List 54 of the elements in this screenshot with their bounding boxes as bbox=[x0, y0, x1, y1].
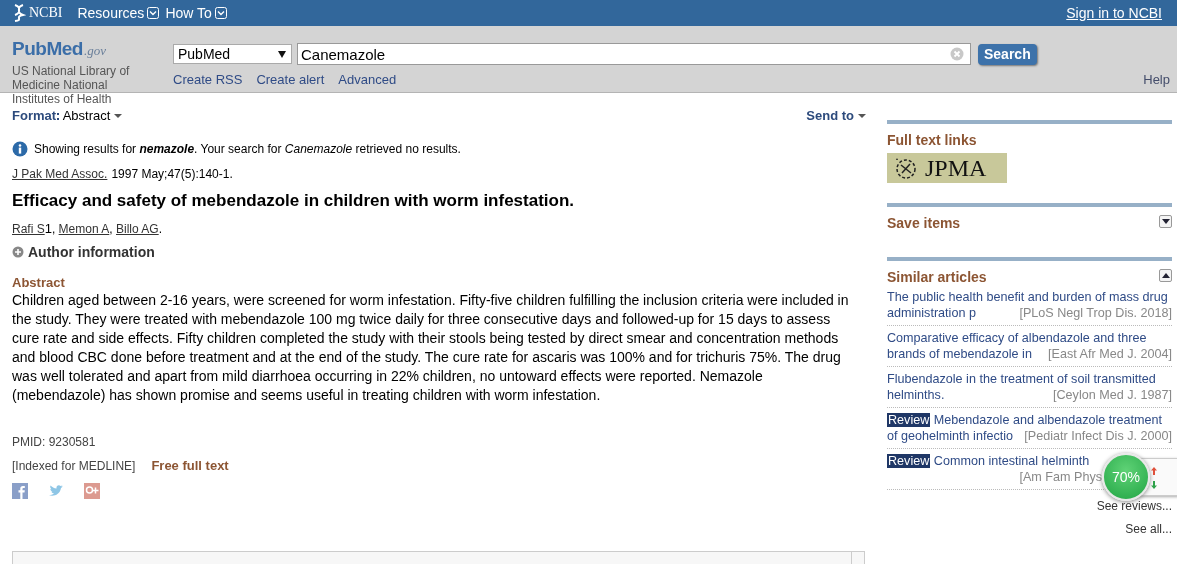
punctuation: , bbox=[51, 222, 56, 236]
affiliation-mark: 1 bbox=[44, 222, 52, 235]
similar-article-link[interactable]: Flubendazole in the treatment of soil transmitted helminths. [Ceylon Med J. 1987] bbox=[887, 371, 1172, 403]
search-button[interactable]: Search bbox=[978, 43, 1037, 65]
send-to-button[interactable]: Send to bbox=[806, 108, 866, 123]
menu-button[interactable]: How To bbox=[165, 5, 227, 21]
similar-article-link[interactable]: Comparative efficacy of albendazole and three brands of mebendazole in [East Afr Med J. 2004] bbox=[887, 330, 1172, 362]
header-link[interactable]: Create RSS bbox=[173, 72, 243, 87]
free-full-text-link[interactable]: Free full text bbox=[151, 458, 229, 473]
format-dropdown[interactable]: Format Abstract bbox=[12, 108, 123, 123]
up-arrow-icon[interactable] bbox=[1151, 467, 1157, 475]
punctuation: , bbox=[109, 222, 113, 236]
pubmed-logo[interactable]: PubMed.gov bbox=[12, 38, 173, 60]
see-reviews-link[interactable]: See reviews... bbox=[887, 499, 1172, 513]
helix-icon bbox=[12, 4, 26, 22]
search-field[interactable]: Canemazole bbox=[297, 43, 971, 65]
bird-icon[interactable] bbox=[48, 484, 64, 498]
collapse-toggle[interactable] bbox=[1159, 269, 1172, 282]
journal-link[interactable]: J Pak Med Assoc. bbox=[12, 167, 108, 181]
jpma-logo-button[interactable]: JPMA bbox=[887, 153, 1007, 183]
similar-article-link[interactable]: Review Common intestinal helminth [Am Fam Phys bbox=[887, 453, 1102, 485]
indexed-label: [Indexed for MEDLINE] bbox=[12, 458, 136, 473]
google-plus-icon[interactable] bbox=[84, 483, 100, 499]
dropdown-icon bbox=[214, 7, 227, 19]
author-link[interactable]: Billo AG bbox=[116, 222, 159, 236]
down-arrow-icon[interactable] bbox=[1151, 481, 1157, 489]
collapse-toggle[interactable] bbox=[1159, 215, 1172, 228]
similar-article-link[interactable]: Review Mebendazole and albendazole treatment of geohelminth infectio [Pediatr Infect Dis J. 2000] bbox=[887, 412, 1172, 444]
header-link[interactable]: Advanced bbox=[338, 72, 397, 87]
article-title: Efficacy and safety of mebendazole in children with worm infestation. bbox=[12, 191, 576, 211]
organization-name: US National Library of Medicine National Institutes of Health bbox=[12, 64, 131, 106]
sign-in-link[interactable]: Sign in to NCBI bbox=[1066, 5, 1162, 21]
database-select[interactable]: PubMed bbox=[173, 44, 292, 64]
abstract-text: Children aged between 2-16 years, were screened for worm infestation. Fifty-five children fulfilling the inclusion criteria were included in the study. They were treated with mebendazole 100 mg twice daily for three consecutive days and followed-up for 15 days to assess cure rate and side effects. Fifty children completed the study with their stools being tested by direct smear and concentration methods and blood CBC done before treatment and at the end of the study. The cure rate for ascaris was 100% and for trichuris 75%. The drug was well tolerated and apart from mild diarrhoea occurring in 22% children, no untoward effects were reported. Nemazole (mebendazole) has shown promise and seems useful in treating children with worm infestation. bbox=[12, 291, 850, 405]
facebook-icon[interactable] bbox=[12, 483, 28, 499]
dropdown-icon bbox=[147, 7, 160, 19]
section-heading: Save items bbox=[887, 215, 961, 231]
author-information-toggle[interactable]: Author information bbox=[12, 244, 155, 260]
info-icon bbox=[12, 141, 28, 157]
section-heading: Similar articles bbox=[887, 269, 987, 285]
menu-button[interactable]: Resources bbox=[77, 5, 160, 21]
author-link[interactable]: Rafi S bbox=[12, 222, 45, 236]
section-heading: Full text links bbox=[887, 132, 978, 148]
header-link[interactable]: Create alert bbox=[256, 72, 325, 87]
pmid: PMID: 9230581 bbox=[12, 435, 97, 449]
see-all-link[interactable]: See all... bbox=[887, 522, 1172, 536]
ncbi-logo[interactable]: NCBI bbox=[29, 5, 63, 21]
abstract-heading: Abstract bbox=[12, 275, 66, 290]
help-link[interactable]: Help bbox=[1143, 72, 1170, 87]
punctuation: . bbox=[158, 222, 163, 236]
clear-icon[interactable] bbox=[950, 47, 964, 61]
similar-article-link[interactable]: The public health benefit and burden of mass drug administration p [PLoS Negl Trop Dis. 2018] bbox=[887, 289, 1172, 321]
notice-text: Showing results for nemazole. Your search for Canemazole retrieved no results. bbox=[34, 142, 461, 156]
citation-details: 1997 May;47(5):140-1. bbox=[111, 167, 233, 181]
